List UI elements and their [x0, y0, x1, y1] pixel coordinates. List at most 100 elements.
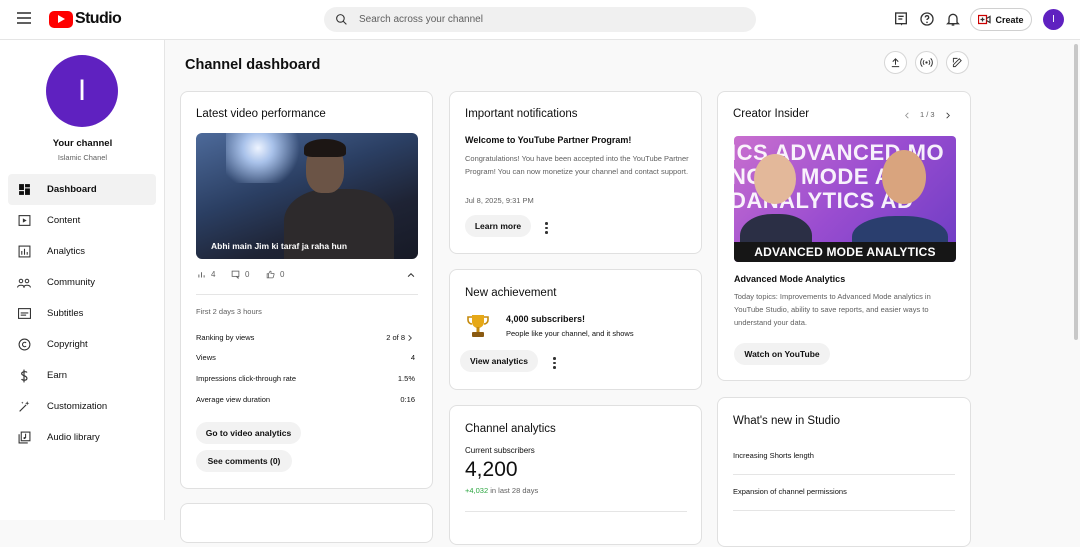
host-right-face [882, 150, 926, 204]
sidebar-item-copyright[interactable]: Copyright [8, 329, 156, 360]
sidebar-item-label: Dashboard [47, 184, 97, 195]
chevron-right-icon[interactable] [944, 111, 952, 120]
help-icon[interactable] [919, 11, 935, 27]
insider-video-title: Advanced Mode Analytics [734, 274, 846, 284]
chevron-left-icon[interactable] [903, 111, 911, 120]
edit-icon [952, 57, 962, 68]
avd-label: Average view duration [196, 395, 271, 404]
chevron-right-icon[interactable] [406, 334, 414, 342]
subscribers-value: 4,200 [465, 458, 518, 481]
views-stat: 4 [197, 270, 215, 279]
notification-body: Congratulations! You have been accepted … [465, 154, 689, 176]
page-title: Channel dashboard [185, 57, 321, 73]
sidebar-item-customization[interactable]: Customization [8, 391, 156, 422]
sidebar-item-community[interactable]: Community [8, 267, 156, 298]
more-options-icon[interactable] [553, 357, 556, 371]
search-icon [336, 14, 347, 25]
change-value: +4,032 [465, 486, 489, 495]
community-icon [17, 276, 31, 290]
next-card [180, 503, 433, 543]
sidebar-item-label: Audio library [47, 432, 100, 443]
thumbnail-banner: ADVANCED MODE ANALYTICS [734, 242, 956, 262]
divider [733, 474, 955, 475]
achievement-body: People like your channel, and it shows [506, 329, 634, 338]
go-live-button[interactable] [915, 51, 938, 74]
search-input[interactable] [359, 14, 719, 25]
analytics-icon [17, 245, 31, 259]
avd-value: 0:16 [400, 395, 415, 404]
copyright-icon [17, 338, 31, 352]
achievement-headline: 4,000 subscribers! [506, 314, 586, 324]
latest-video-card: Latest video performance Abhi main Jim k… [180, 91, 433, 489]
subtitles-icon [17, 307, 31, 321]
thumbnail-light [226, 133, 306, 183]
thumbnail-hair [304, 139, 346, 157]
more-options-icon[interactable] [545, 222, 548, 236]
go-to-video-analytics-button[interactable]: Go to video analytics [196, 422, 301, 444]
notifications-card: Important notifications Welcome to YouTu… [449, 91, 702, 254]
sidebar-item-label: Subtitles [47, 308, 84, 319]
create-button[interactable]: Create [970, 8, 1032, 31]
add-video-icon [978, 14, 992, 25]
sidebar-item-label: Content [47, 215, 81, 226]
channel-title: Your channel [52, 138, 113, 149]
view-analytics-button[interactable]: View analytics [460, 350, 538, 372]
learn-more-button[interactable]: Learn more [465, 215, 531, 237]
whats-new-item[interactable]: Expansion of channel permissions [733, 485, 847, 498]
bar-chart-icon [198, 272, 205, 278]
chevron-up-icon[interactable] [406, 270, 416, 280]
comments-stat: 0 [231, 270, 249, 279]
thumbs-up-icon [266, 270, 275, 279]
subscribers-label: Current subscribers [465, 446, 535, 455]
upload-button[interactable] [884, 51, 907, 74]
earn-icon [17, 369, 31, 383]
live-icon [920, 58, 933, 67]
divider [733, 510, 955, 511]
ctr-label: Impressions click-through rate [196, 374, 297, 383]
card-title: New achievement [465, 287, 557, 299]
create-post-button[interactable] [946, 51, 969, 74]
see-comments-button[interactable]: See comments (0) [196, 450, 292, 472]
card-title: Channel analytics [465, 423, 556, 435]
video-title: Abhi main Jim ki taraf ja raha hun [211, 241, 348, 251]
menu-icon[interactable] [17, 12, 31, 26]
content-icon [17, 214, 31, 228]
sidebar-item-content[interactable]: Content [8, 205, 156, 236]
notifications-bell-icon[interactable] [945, 11, 961, 27]
search-bar[interactable] [324, 7, 756, 32]
insider-description: Today topics: Improvements to Advanced M… [734, 292, 931, 327]
change-suffix: in last 28 days [490, 486, 539, 495]
whats-new-card: What's new in Studio Increasing Shorts l… [717, 397, 971, 547]
sidebar-item-earn[interactable]: Earn [8, 360, 156, 391]
sidebar-item-subtitles[interactable]: Subtitles [8, 298, 156, 329]
notification-headline: Welcome to YouTube Partner Program! [465, 135, 632, 145]
channel-avatar[interactable]: I [46, 55, 118, 127]
creator-insider-card: Creator Insider 1 / 3 ICS ADVANCED MO NC… [717, 91, 971, 381]
watch-on-youtube-button[interactable]: Watch on YouTube [734, 343, 830, 365]
logo-text: Studio [75, 10, 122, 27]
feedback-icon[interactable] [893, 11, 909, 27]
comment-icon [231, 270, 240, 279]
video-thumbnail[interactable]: Abhi main Jim ki taraf ja raha hun [196, 133, 418, 259]
customization-icon [17, 400, 31, 414]
creator-insider-thumbnail[interactable]: ICS ADVANCED MO NCED MODE AN DANALYTICS … [734, 136, 956, 262]
card-title: Latest video performance [196, 108, 326, 120]
ranking-value[interactable]: 2 of 8 [386, 333, 405, 342]
youtube-play-icon [49, 10, 73, 28]
sidebar-item-audio-library[interactable]: Audio library [8, 422, 156, 453]
card-title: Creator Insider [733, 108, 810, 120]
divider [196, 294, 418, 295]
views-label: Views [196, 353, 216, 362]
whats-new-item[interactable]: Increasing Shorts length [733, 449, 814, 462]
account-avatar[interactable]: I [1043, 9, 1064, 30]
comments-count: 0 [245, 270, 250, 279]
sidebar-nav: Dashboard Content Analytics Community Su… [8, 174, 156, 453]
studio-logo[interactable]: Studio [49, 10, 122, 28]
trophy-icon [467, 315, 489, 337]
sidebar-item-dashboard[interactable]: Dashboard [8, 174, 156, 205]
likes-count: 0 [280, 270, 285, 279]
page-scrollbar[interactable] [1074, 44, 1078, 340]
period-label: First 2 days 3 hours [196, 307, 262, 316]
sidebar-item-label: Analytics [47, 246, 86, 257]
sidebar-item-analytics[interactable]: Analytics [8, 236, 156, 267]
